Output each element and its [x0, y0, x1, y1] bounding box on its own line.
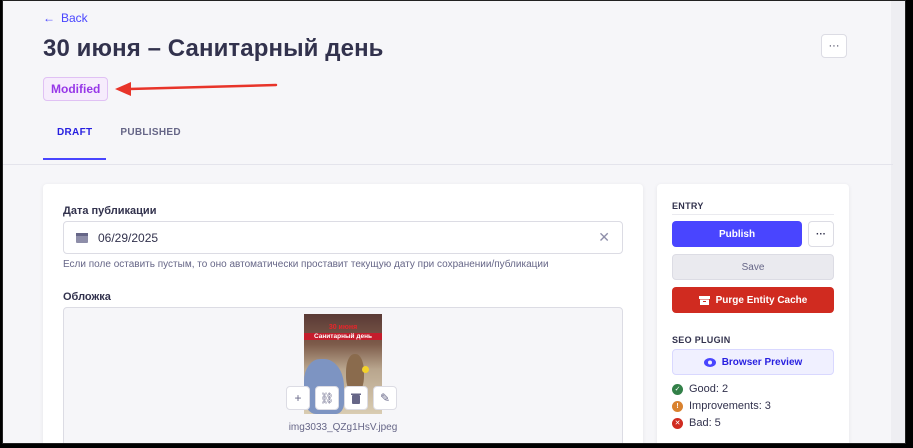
calendar-icon [76, 233, 88, 243]
thumbnail-caption-date: 30 июня [328, 324, 358, 331]
entry-heading: ENTRY [672, 201, 704, 211]
seo-bad-row: ✕ Bad: 5 [672, 417, 721, 429]
purge-cache-label: Purge Entity Cache [715, 294, 808, 306]
archive-icon [698, 295, 710, 305]
cover-dropzone[interactable]: 30 июня Санитарный день + ⛓ ✎ img3033_QZ… [63, 307, 623, 443]
arrow-left-icon: ← [43, 11, 55, 25]
page-title: 30 июня – Санитарный день [43, 35, 384, 62]
plus-icon: + [294, 391, 302, 405]
thumbnail-caption-title: Санитарный день [304, 333, 382, 340]
seo-heading: SEO PLUGIN [672, 335, 731, 345]
tab-published[interactable]: PUBLISHED [106, 125, 194, 160]
right-edge-strip [891, 1, 905, 443]
purge-cache-button[interactable]: Purge Entity Cache [672, 287, 834, 313]
tabs-divider [3, 164, 893, 165]
entry-form-card: Дата публикации 06/29/2025 ✕ Если поле о… [43, 184, 643, 443]
browser-preview-label: Browser Preview [721, 356, 803, 368]
trash-icon [351, 393, 361, 404]
seo-improvements-label: Improvements: 3 [689, 400, 771, 412]
eye-icon [703, 357, 716, 367]
more-icon: ··· [828, 40, 840, 52]
cover-label: Обложка [63, 291, 111, 303]
publish-date-label: Дата публикации [63, 205, 157, 217]
more-actions-button[interactable]: ··· [821, 34, 847, 58]
image-toolbar: + ⛓ ✎ [286, 386, 397, 410]
save-button[interactable]: Save [672, 254, 834, 280]
status-badge: Modified [43, 77, 109, 101]
edit-image-button[interactable]: ✎ [373, 386, 397, 410]
version-tabs: DRAFT PUBLISHED [43, 125, 195, 160]
browser-preview-button[interactable]: Browser Preview [672, 349, 834, 375]
pencil-icon: ✎ [379, 391, 391, 405]
cover-file-name: img3033_QZg1HsV.jpeg [288, 422, 398, 433]
clear-date-icon[interactable]: ✕ [598, 229, 610, 246]
error-circle-icon: ✕ [672, 417, 683, 429]
back-label: Back [61, 11, 88, 25]
warning-circle-icon: ! [672, 400, 683, 412]
check-circle-icon: ✓ [672, 383, 683, 395]
back-link[interactable]: ← Back [43, 11, 88, 25]
seo-improvements-row: ! Improvements: 3 [672, 400, 771, 412]
entry-divider [672, 214, 834, 215]
publish-date-value: 06/29/2025 [98, 230, 159, 245]
more-icon: ··· [816, 228, 826, 240]
link-icon: ⛓ [320, 392, 334, 405]
seo-good-row: ✓ Good: 2 [672, 383, 728, 395]
sidebar-card: ENTRY Publish ··· Save Purge Entity Cach… [657, 184, 849, 443]
annotation-arrow-icon [115, 82, 278, 96]
publish-more-button[interactable]: ··· [808, 221, 834, 247]
copy-link-button[interactable]: ⛓ [315, 386, 339, 410]
tab-draft[interactable]: DRAFT [43, 125, 107, 160]
app-window: ← Back 30 июня – Санитарный день ··· Mod… [2, 0, 906, 444]
seo-bad-label: Bad: 5 [689, 417, 721, 429]
delete-image-button[interactable] [344, 386, 368, 410]
seo-good-label: Good: 2 [689, 383, 729, 395]
publish-date-input[interactable]: 06/29/2025 ✕ [63, 221, 623, 254]
add-image-button[interactable]: + [286, 386, 310, 410]
publish-date-hint: Если поле оставить пустым, то оно автома… [63, 259, 549, 270]
publish-button[interactable]: Publish [672, 221, 802, 247]
